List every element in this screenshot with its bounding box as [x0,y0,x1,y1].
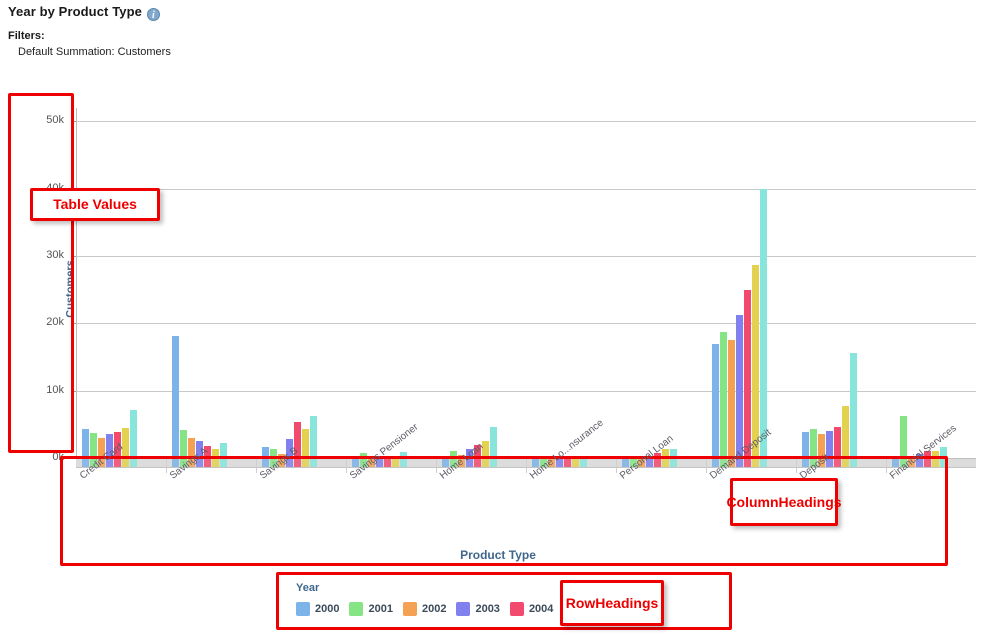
annotation-label-row-headings-line1: Row [566,595,596,611]
bar[interactable] [900,416,907,458]
annotation-label-column-headings-line1: Column [726,494,778,510]
bar[interactable] [760,189,767,458]
x-axis-group-tick [886,459,887,473]
bar[interactable] [810,429,817,458]
plot-area: Customers 0k10k20k30k40k50k [76,108,976,458]
gridline [76,323,976,324]
gridline [76,256,976,257]
gridline [76,189,976,190]
gridline [76,391,976,392]
x-axis-group-tick [616,459,617,473]
bar[interactable] [720,332,727,458]
bar[interactable] [90,433,97,458]
bar[interactable] [752,265,759,458]
x-axis-group-tick [796,459,797,473]
annotation-label-column-headings: Column Headings [730,478,838,526]
x-axis-group-tick [436,459,437,473]
bar[interactable] [736,315,743,458]
annotation-label-table-values: Table Values [30,188,160,221]
page-title-text: Year by Product Type [8,4,142,19]
gridline [76,121,976,122]
bar[interactable] [180,430,187,458]
page-title: Year by Product Type i [8,4,160,21]
x-axis-group-tick [256,459,257,473]
annotation-label-row-headings-line2: Headings [595,595,658,611]
bar[interactable] [130,410,137,458]
info-icon[interactable]: i [147,8,160,21]
annotation-label-column-headings-line2: Headings [779,494,842,510]
bar[interactable] [744,290,751,458]
bar[interactable] [850,353,857,458]
bar[interactable] [712,344,719,458]
annotation-box-table-values [8,93,74,453]
bar[interactable] [802,432,809,458]
bar[interactable] [82,429,89,458]
bar[interactable] [310,416,317,458]
x-axis-group-tick [166,459,167,473]
x-axis-group-tick [526,459,527,473]
bar[interactable] [842,406,849,458]
bar[interactable] [302,429,309,458]
annotation-label-row-headings: Row Headings [560,580,664,626]
bar[interactable] [490,427,497,458]
bar[interactable] [122,428,129,458]
bar[interactable] [834,427,841,458]
bar[interactable] [728,340,735,458]
x-axis-group-tick [346,459,347,473]
x-axis-group-tick [706,459,707,473]
chart-page: Year by Product Type i Filters: Default S… [0,0,996,640]
bar[interactable] [172,336,179,459]
filters-label: Filters: [8,30,45,42]
filters-value: Default Summation: Customers [18,46,171,58]
